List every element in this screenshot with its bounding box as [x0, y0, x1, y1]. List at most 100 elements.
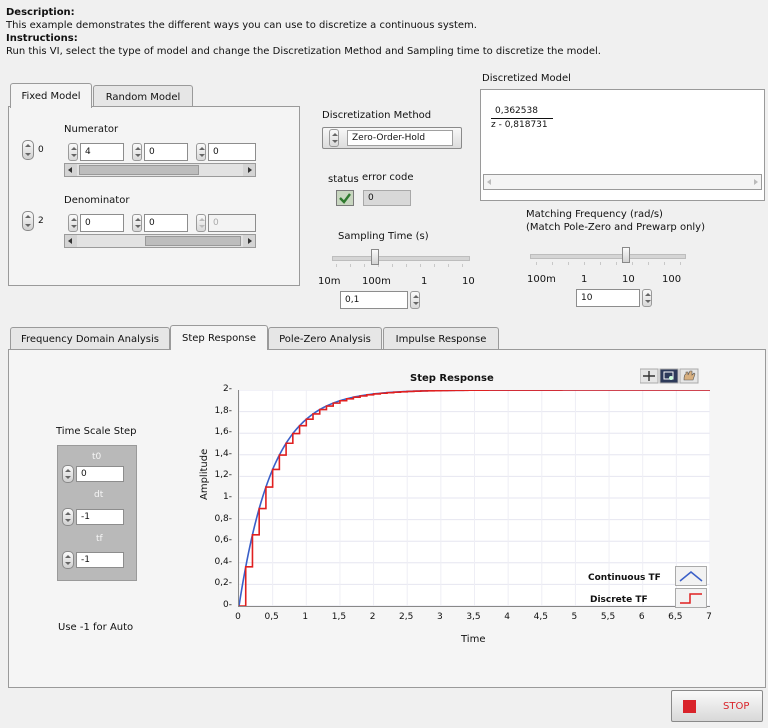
auto-note: Use -1 for Auto: [58, 622, 134, 633]
x-tick-label: 5: [571, 612, 578, 622]
legend-discrete-swatch[interactable]: [675, 588, 707, 608]
matching-frequency-track[interactable]: [530, 254, 686, 259]
numerator-2-spinner[interactable]: [196, 143, 206, 161]
tab-frequency-domain-analysis[interactable]: Frequency Domain Analysis: [10, 327, 170, 350]
zoom-icon[interactable]: [659, 368, 679, 384]
numerator-label: Numerator: [64, 124, 119, 135]
numerator-index[interactable]: 0: [38, 145, 44, 155]
x-tick-label: 3,5: [466, 612, 481, 622]
description-heading: Description:: [6, 7, 75, 18]
x-tick-label: 6,5: [668, 612, 683, 622]
x-tick-label: 4,5: [533, 612, 548, 622]
crosshair-icon[interactable]: [639, 368, 659, 384]
y-tick-label: 0,8-: [214, 513, 232, 524]
x-tick-label: 4: [504, 612, 510, 622]
legend-discrete-label: Discrete TF: [590, 595, 648, 605]
x-tick-label: 3: [436, 612, 443, 622]
sampling-time-spinner[interactable]: [410, 291, 420, 309]
status-indicator: [336, 190, 354, 206]
x-tick-label: 0,5: [264, 612, 279, 622]
numerator-0-field[interactable]: 4: [80, 143, 124, 161]
sampling-tick-1: 1: [421, 276, 428, 287]
x-tick-label: 7: [706, 612, 712, 622]
model-panel: [8, 106, 300, 286]
tab-random-model[interactable]: Random Model: [93, 85, 193, 108]
error-code-value: 0: [363, 190, 411, 206]
tab-frequency-label: Frequency Domain Analysis: [20, 333, 160, 345]
matching-frequency-field[interactable]: 10: [576, 289, 640, 307]
legend-continuous-swatch[interactable]: [675, 566, 707, 586]
sampling-time-slider-knob[interactable]: [371, 249, 379, 265]
tf-spinner[interactable]: [62, 551, 74, 569]
numerator-0-spinner[interactable]: [68, 143, 78, 161]
stop-icon: [683, 700, 696, 713]
discretized-model-display: 0,362538 z - 0,818731: [480, 89, 765, 201]
description-block: Description: This example demonstrates t…: [6, 6, 762, 58]
matching-tick-100: 100: [662, 274, 682, 285]
denominator-index-spinner[interactable]: [22, 211, 34, 231]
dt-label: dt: [94, 490, 104, 500]
matching-frequency-sublabel: (Match Pole-Zero and Prewarp only): [526, 222, 706, 233]
t0-spinner[interactable]: [62, 465, 74, 483]
checkmark-icon: [339, 193, 351, 204]
sampling-time-label: Sampling Time (s): [338, 231, 429, 242]
stop-button[interactable]: STOP: [671, 690, 763, 722]
matching-frequency-slider-knob[interactable]: [622, 247, 630, 263]
denominator-1-spinner[interactable]: [132, 214, 142, 232]
time-scale-step-label: Time Scale Step: [56, 426, 137, 437]
matching-frequency-spinner[interactable]: [642, 289, 652, 307]
denominator-label: Denominator: [64, 195, 130, 206]
y-tick-label: 1,4-: [214, 448, 232, 459]
chart-title: Step Response: [410, 373, 494, 384]
graph-palette: [639, 368, 700, 384]
sampling-time-field[interactable]: 0,1: [340, 291, 408, 309]
x-tick-label: 2: [369, 612, 376, 622]
y-tick-label: 1-: [223, 492, 232, 502]
tf-label: tf: [96, 534, 103, 544]
discretized-model-scrollbar[interactable]: [483, 174, 762, 190]
x-tick-label: 2,5: [399, 612, 414, 622]
y-tick-label: 0,4-: [214, 556, 232, 567]
denominator-index[interactable]: 2: [38, 216, 44, 226]
discretization-method-ring[interactable]: Zero-Order-Hold: [322, 127, 462, 149]
denominator-scrollbar[interactable]: [64, 234, 256, 248]
numerator-1-field[interactable]: 0: [144, 143, 188, 161]
tab-fixed-model-label: Fixed Model: [21, 90, 81, 102]
time-scale-cluster: t0 0 dt -1 tf -1: [57, 445, 137, 581]
sampling-time-track[interactable]: [332, 256, 470, 261]
numerator-index-spinner[interactable]: [22, 140, 34, 160]
tf-field[interactable]: -1: [76, 552, 124, 568]
y-tick-label: 1,6-: [214, 427, 232, 438]
discretization-method-value: Zero-Order-Hold: [347, 130, 453, 146]
tab-impulse-response[interactable]: Impulse Response: [383, 327, 499, 350]
denominator-0-spinner[interactable]: [68, 214, 78, 232]
stop-label: STOP: [723, 701, 750, 712]
y-tick-label: 1,2-: [214, 470, 232, 481]
t0-field[interactable]: 0: [76, 466, 124, 482]
matching-tick-100m: 100m: [527, 274, 556, 285]
tab-step-label: Step Response: [182, 332, 256, 344]
fraction-bar: [491, 118, 553, 119]
dt-field[interactable]: -1: [76, 509, 124, 525]
tab-fixed-model[interactable]: Fixed Model: [10, 83, 92, 108]
numerator-1-spinner[interactable]: [132, 143, 142, 161]
pan-hand-icon[interactable]: [679, 368, 699, 384]
x-axis-label: Time: [461, 634, 486, 645]
discretization-method-spinner[interactable]: [329, 129, 339, 147]
numerator-2-field[interactable]: 0: [208, 143, 256, 161]
denominator-0-field[interactable]: 0: [80, 214, 124, 232]
instructions-text: Run this VI, select the type of model an…: [6, 46, 601, 57]
x-tick-label: 5,5: [600, 612, 616, 622]
dt-spinner[interactable]: [62, 508, 74, 526]
model-denominator: z - 0,818731: [491, 120, 548, 130]
denominator-2-field: 0: [208, 214, 256, 232]
tab-pole-zero-analysis[interactable]: Pole-Zero Analysis: [268, 327, 382, 350]
tab-step-response[interactable]: Step Response: [170, 325, 268, 350]
denominator-1-field[interactable]: 0: [144, 214, 188, 232]
matching-frequency-label: Matching Frequency (rad/s): [526, 209, 663, 220]
matching-tick-1: 1: [581, 274, 588, 285]
y-tick-label: 0-: [223, 600, 232, 610]
numerator-scrollbar[interactable]: [64, 163, 256, 177]
y-tick-label: 1,8-: [214, 405, 232, 416]
description-text: This example demonstrates the different …: [6, 20, 477, 31]
